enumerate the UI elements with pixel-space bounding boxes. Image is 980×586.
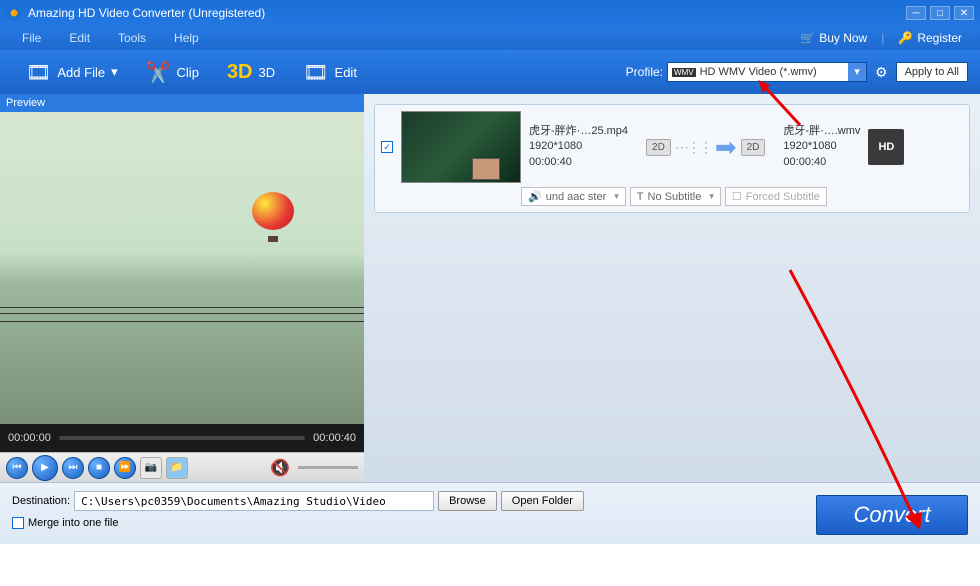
output-info: 虎牙-胖·….wmv 1920*1080 00:00:40 <box>783 124 860 170</box>
destination-input[interactable] <box>74 491 434 511</box>
merge-label: Merge into one file <box>28 517 119 529</box>
preview-pane: Preview 00:00:00 00:00:40 ⏮ ▶ ⏭ ■ ⏩ 📷 📁 … <box>0 94 364 482</box>
audio-value: und aac ster <box>546 191 607 203</box>
add-file-button[interactable]: 🎞 Add File ▾ <box>12 60 132 85</box>
play-button[interactable]: ▶ <box>32 455 58 481</box>
output-filename: 虎牙-胖·….wmv <box>783 124 860 139</box>
subtitle-value: No Subtitle <box>648 191 702 203</box>
source-mode-badge: 2D <box>646 139 671 156</box>
edit-button[interactable]: 🎞 Edit <box>289 60 371 85</box>
conversion-arrow: 2D ⋯⋮⋮ ➡ 2D <box>646 132 765 163</box>
arrow-right-icon: ➡ <box>715 132 737 163</box>
file-checkbox[interactable]: ✓ <box>381 141 393 153</box>
chevron-down-icon: ▾ <box>848 63 866 81</box>
preview-video[interactable] <box>0 112 364 424</box>
source-filename: 虎牙-胖炸·…25.mp4 <box>529 124 628 139</box>
folder-button[interactable]: 📁 <box>166 457 188 479</box>
time-current: 00:00:00 <box>8 432 51 444</box>
step-fwd-button[interactable]: ⏩ <box>114 457 136 479</box>
chevron-down-icon: ▾ <box>111 64 118 80</box>
main-area: Preview 00:00:00 00:00:40 ⏮ ▶ ⏭ ■ ⏩ 📷 📁 … <box>0 94 980 482</box>
open-folder-button[interactable]: Open Folder <box>501 491 584 511</box>
source-info: 虎牙-胖炸·…25.mp4 1920*1080 00:00:40 <box>529 124 628 170</box>
audio-icon: 🔊 <box>528 190 542 203</box>
mute-icon[interactable]: 🔇 <box>270 458 290 478</box>
volume-slider[interactable] <box>298 466 358 469</box>
scissors-icon: ✂️ <box>146 60 171 85</box>
source-duration: 00:00:40 <box>529 155 628 170</box>
forced-subtitle-label: Forced Subtitle <box>746 191 820 203</box>
time-bar: 00:00:00 00:00:40 <box>0 424 364 452</box>
browse-button[interactable]: Browse <box>438 491 497 511</box>
stop-button[interactable]: ■ <box>88 457 110 479</box>
player-controls: ⏮ ▶ ⏭ ■ ⏩ 📷 📁 🔇 <box>0 452 364 482</box>
checkbox-icon: ☐ <box>732 190 742 203</box>
chevron-down-icon: ▾ <box>614 191 619 202</box>
close-button[interactable]: ✕ <box>954 6 974 20</box>
prev-button[interactable]: ⏮ <box>6 457 28 479</box>
hd-badge: HD <box>868 129 904 165</box>
clip-label: Clip <box>177 65 199 80</box>
register-link[interactable]: 🔑 Register <box>888 31 972 45</box>
three-d-button[interactable]: 3D 3D <box>213 61 289 84</box>
subtitle-select[interactable]: T No Subtitle ▾ <box>630 187 721 206</box>
buy-now-label: Buy Now <box>819 31 867 45</box>
settings-icon[interactable]: ⚙ <box>875 64 888 81</box>
subtitle-icon: T <box>637 191 644 203</box>
audio-track-select[interactable]: 🔊 und aac ster ▾ <box>521 187 626 206</box>
profile-select[interactable]: WMV HD WMV Video (*.wmv) ▾ <box>667 62 867 82</box>
file-list-pane: ✓ 虎牙-胖炸·…25.mp4 1920*1080 00:00:40 2D ⋯⋮… <box>364 94 980 482</box>
app-logo-icon <box>6 5 22 21</box>
three-d-icon: 3D <box>227 61 253 84</box>
menu-tools[interactable]: Tools <box>104 31 160 45</box>
edit-label: Edit <box>335 65 357 80</box>
time-total: 00:00:40 <box>313 432 356 444</box>
wires-decoration <box>0 313 364 314</box>
register-label: Register <box>917 31 962 45</box>
destination-label: Destination: <box>12 495 70 507</box>
next-button[interactable]: ⏭ <box>62 457 84 479</box>
snapshot-button[interactable]: 📷 <box>140 457 162 479</box>
maximize-button[interactable]: □ <box>930 6 950 20</box>
profile-label: Profile: <box>626 65 663 79</box>
menu-file[interactable]: File <box>8 31 55 45</box>
separator: | <box>877 31 888 45</box>
chevron-down-icon: ▾ <box>709 191 714 202</box>
add-file-label: Add File <box>57 65 105 80</box>
titlebar: Amazing HD Video Converter (Unregistered… <box>0 0 980 26</box>
menu-edit[interactable]: Edit <box>55 31 104 45</box>
apply-to-all-button[interactable]: Apply to All <box>896 62 968 82</box>
source-resolution: 1920*1080 <box>529 139 628 154</box>
merge-checkbox[interactable]: ✓ <box>12 517 24 529</box>
toolbar: 🎞 Add File ▾ ✂️ Clip 3D 3D 🎞 Edit Profil… <box>0 50 980 94</box>
output-mode-badge: 2D <box>741 139 766 156</box>
format-icon: WMV <box>672 68 696 77</box>
convert-button[interactable]: Convert <box>816 495 968 535</box>
preview-header: Preview <box>0 94 364 112</box>
menubar: File Edit Tools Help 🛒 Buy Now | 🔑 Regis… <box>0 26 980 50</box>
file-item: ✓ 虎牙-胖炸·…25.mp4 1920*1080 00:00:40 2D ⋯⋮… <box>374 104 970 213</box>
output-duration: 00:00:40 <box>783 155 860 170</box>
minimize-button[interactable]: ─ <box>906 6 926 20</box>
buy-now-link[interactable]: 🛒 Buy Now <box>790 31 877 45</box>
dots-icon: ⋯⋮⋮ <box>675 139 711 156</box>
output-resolution: 1920*1080 <box>783 139 860 154</box>
key-icon: 🔑 <box>898 31 913 45</box>
film-edit-icon: 🎞 <box>303 60 328 85</box>
window-title: Amazing HD Video Converter (Unregistered… <box>28 6 906 20</box>
file-thumbnail[interactable] <box>401 111 521 183</box>
seek-track[interactable] <box>59 436 305 440</box>
menu-help[interactable]: Help <box>160 31 213 45</box>
three-d-label: 3D <box>259 65 276 80</box>
profile-value: HD WMV Video (*.wmv) <box>700 66 817 78</box>
bottom-bar: Destination: Browse Open Folder ✓ Merge … <box>0 482 980 544</box>
forced-subtitle-toggle[interactable]: ☐ Forced Subtitle <box>725 187 827 206</box>
cart-icon: 🛒 <box>800 31 815 45</box>
balloon-icon <box>252 192 294 242</box>
film-add-icon: 🎞 <box>26 60 51 85</box>
clip-button[interactable]: ✂️ Clip <box>132 60 213 85</box>
